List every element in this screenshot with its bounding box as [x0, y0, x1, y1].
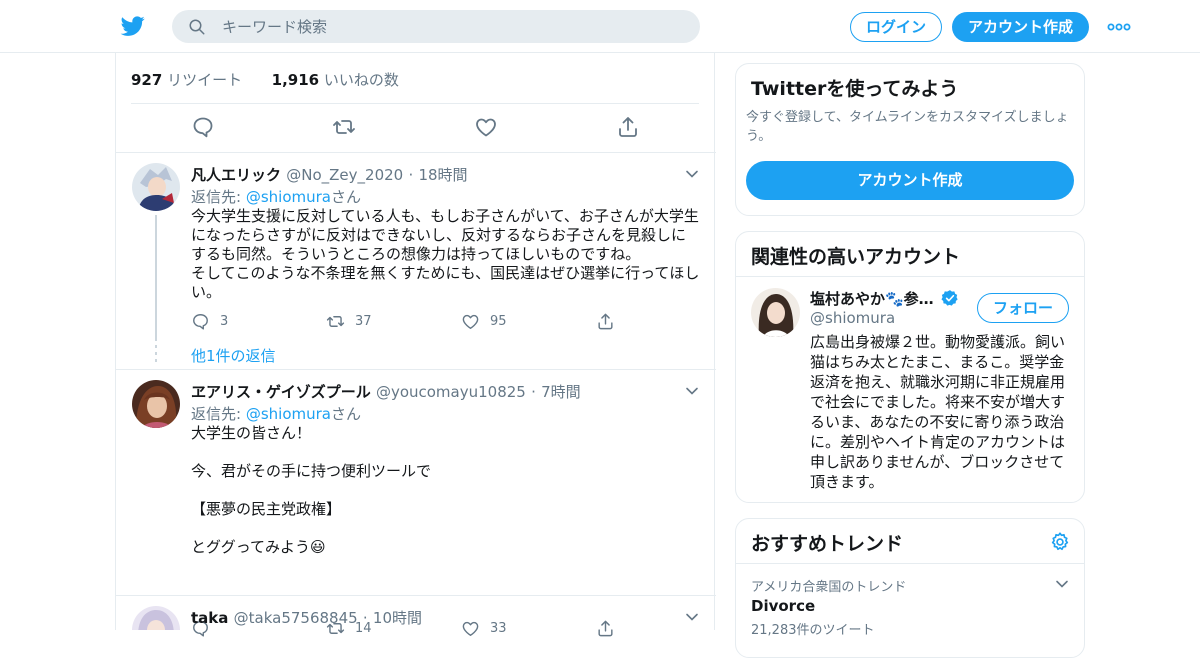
reply-tweet[interactable]: taka @taka57568845 · 10時間 — [116, 596, 716, 630]
more-replies-link[interactable]: 他1件の返信 — [191, 345, 276, 366]
card-subtitle: 今すぐ登録して、タイムラインをカスタマイズしましょう。 — [746, 110, 1069, 144]
avatar[interactable] — [132, 163, 180, 211]
chevron-down-icon[interactable] — [684, 383, 700, 399]
thread-dots — [155, 345, 157, 362]
account-handle[interactable]: @shiomura — [810, 309, 895, 327]
timestamp[interactable]: 10時間 — [373, 609, 422, 627]
search-input[interactable] — [222, 10, 682, 43]
signup-card: Twitterを使ってみよう 今すぐ登録して、タイムラインをカスタマイズしましょ… — [735, 63, 1085, 216]
account-name-row[interactable]: 塩村あやか🐾参… — [810, 288, 959, 309]
search-icon — [189, 19, 205, 35]
divider — [736, 276, 1084, 277]
reply-header: 凡人エリック @No_Zey_2020 · 18時間 — [191, 164, 468, 185]
search-box[interactable] — [172, 10, 700, 43]
chevron-down-icon[interactable] — [1054, 576, 1070, 592]
share-icon[interactable] — [616, 115, 640, 139]
avatar[interactable] — [751, 288, 800, 337]
timestamp[interactable]: 7時間 — [541, 383, 581, 401]
author-name[interactable]: taka — [191, 609, 228, 627]
author-name[interactable]: ヱアリス・ゲイゾズプール — [191, 383, 371, 401]
thread-line — [155, 215, 157, 341]
reply-context: 返信先: @shiomuraさん — [191, 403, 361, 424]
retweet-action[interactable]: 37 — [326, 311, 372, 331]
retweet-count: 37 — [355, 313, 372, 329]
trend-name[interactable]: Divorce — [751, 597, 815, 615]
reply-icon — [193, 313, 208, 330]
like-action[interactable]: 95 — [461, 311, 507, 331]
reply-to-link[interactable]: @shiomura — [246, 188, 331, 206]
reply-context: 返信先: @shiomuraさん — [191, 186, 361, 207]
share-action[interactable] — [596, 311, 615, 331]
trend-tweet-count: 21,283件のツイート — [751, 623, 875, 638]
reply-prefix: 返信先: — [191, 405, 246, 423]
reply-tweet[interactable]: ヱアリス・ゲイゾズプール @youcomayu10825 · 7時間 返信先: … — [116, 370, 716, 637]
reply-count: 3 — [220, 313, 229, 329]
focused-tweet-actions — [116, 115, 716, 139]
trend-location: アメリカ合衆国のトレンド — [751, 580, 907, 595]
divider — [131, 103, 699, 104]
like-label[interactable]: いいねの数 — [324, 71, 399, 89]
avatar[interactable] — [132, 380, 180, 428]
gear-icon[interactable] — [1049, 531, 1071, 553]
tweet-text: 今大学生支援に反対している人も、もしお子さんがいて、お子さんが大学生になったらさ… — [191, 207, 700, 301]
timeline-column: 927 リツイート 1,916 いいねの数 凡人エリック @No_Zey_202… — [115, 53, 716, 637]
author-handle[interactable]: @taka57568845 — [234, 609, 358, 627]
author-handle[interactable]: @No_Zey_2020 — [286, 166, 403, 184]
separator-dot: · — [531, 383, 536, 401]
follow-button[interactable]: フォロー — [977, 293, 1069, 323]
reply-action[interactable]: 3 — [191, 311, 228, 331]
related-accounts-card: 関連性の高いアカウント 塩村あやか🐾参… @shiomura フォロー 広島出身… — [735, 231, 1085, 503]
like-count: 95 — [490, 313, 507, 329]
reply-tweet[interactable]: 凡人エリック @No_Zey_2020 · 18時間 返信先: @shiomur… — [116, 153, 716, 369]
share-icon — [598, 313, 613, 329]
retweet-count[interactable]: 927 — [131, 71, 162, 89]
card-title: Twitterを使ってみよう — [751, 78, 959, 100]
tweet-text: 大学生の皆さん！ 今、君がその手に持つ便利ツールで 【悪夢の民主党政権】 とググ… — [191, 424, 432, 556]
reply-header: taka @taka57568845 · 10時間 — [191, 607, 422, 628]
reply-to-link[interactable]: @shiomura — [246, 405, 331, 423]
account-name[interactable]: 塩村あやか🐾参… — [810, 290, 934, 308]
timestamp[interactable]: 18時間 — [418, 166, 467, 184]
more-options-icon[interactable] — [1107, 18, 1131, 36]
reply-icon[interactable] — [191, 115, 215, 139]
signup-button[interactable]: アカウント作成 — [952, 12, 1089, 42]
login-button[interactable]: ログイン — [850, 12, 942, 42]
like-icon — [462, 314, 479, 329]
account-bio: 広島出身被爆２世。動物愛護派。飼い猫はちみ太とたまこ、まるこ。奨学金返済を抱え、… — [810, 333, 1066, 491]
reply-prefix: 返信先: — [191, 188, 246, 206]
trends-card: おすすめトレンド アメリカ合衆国のトレンド Divorce 21,283件のツイ… — [735, 518, 1085, 658]
chevron-down-icon[interactable] — [684, 609, 700, 625]
top-bar: ログイン アカウント作成 — [0, 0, 1200, 53]
tweet-actions: 3 37 95 — [191, 311, 641, 331]
separator-dot: · — [362, 609, 368, 627]
reply-suffix: さん — [330, 405, 361, 423]
verified-badge-icon — [941, 290, 958, 306]
signup-card-button[interactable]: アカウント作成 — [746, 161, 1074, 200]
like-icon[interactable] — [474, 115, 498, 139]
author-name[interactable]: 凡人エリック — [191, 166, 281, 184]
author-handle[interactable]: @youcomayu10825 — [376, 383, 526, 401]
retweet-icon — [326, 315, 345, 327]
reply-suffix: さん — [330, 188, 361, 206]
avatar[interactable] — [132, 606, 180, 630]
retweet-icon[interactable] — [332, 115, 356, 139]
chevron-down-icon[interactable] — [684, 166, 700, 182]
divider — [736, 563, 1084, 564]
card-title: おすすめトレンド — [751, 533, 904, 555]
twitter-bird-icon[interactable] — [120, 14, 146, 38]
tweet-stats: 927 リツイート 1,916 いいねの数 — [131, 69, 399, 90]
separator-dot: · — [408, 166, 414, 184]
like-count[interactable]: 1,916 — [272, 71, 319, 89]
reply-header: ヱアリス・ゲイゾズプール @youcomayu10825 · 7時間 — [191, 381, 581, 402]
card-title: 関連性の高いアカウント — [751, 246, 961, 268]
retweet-label[interactable]: リツイート — [167, 71, 242, 89]
